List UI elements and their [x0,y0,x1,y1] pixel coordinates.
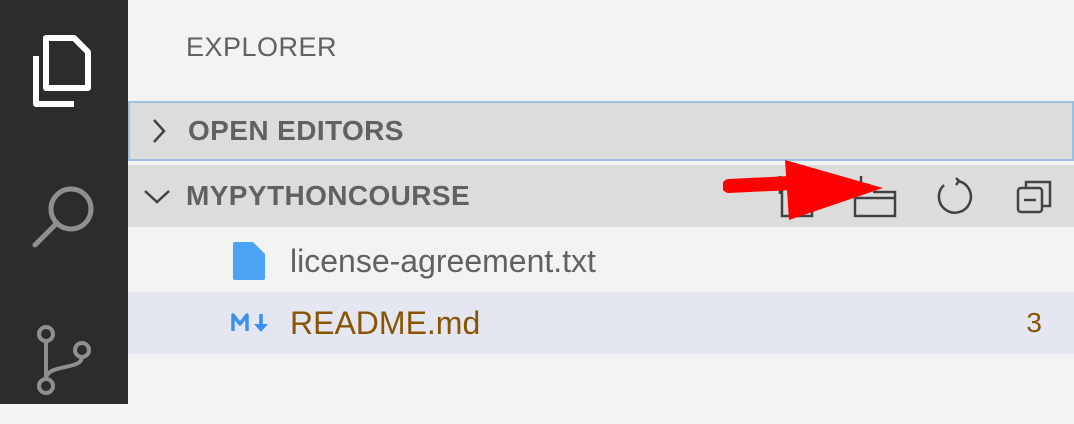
search-button[interactable] [0,152,128,280]
file-item[interactable]: license-agreement.txt [128,230,1074,292]
explorer-button[interactable] [0,6,128,134]
project-label: MYPYTHONCOURSE [186,180,471,211]
source-control-icon [37,325,91,395]
open-editors-label: OPEN EDITORS [188,115,404,146]
project-section-header[interactable]: MYPYTHONCOURSE [128,165,1074,227]
chevron-right-icon [130,117,188,145]
markdown-icon [231,292,271,354]
text-file-icon [231,230,267,292]
chevron-down-icon [128,186,186,206]
search-icon [32,186,94,248]
activity-bar [0,0,128,404]
explorer-sidebar: EXPLORER OPEN EDITORS MYPYTHONCOURSE lic… [128,0,1074,404]
open-editors-section-header[interactable]: OPEN EDITORS [128,101,1074,161]
sidebar-title: EXPLORER [186,32,338,62]
file-item-selected[interactable]: README.md 3 [128,292,1074,354]
files-icon [33,35,91,107]
file-name: README.md [290,304,481,341]
problems-badge: 3 [1026,307,1042,338]
red-arrow-icon [723,160,883,220]
collapse-all-icon [1016,180,1052,214]
file-name: license-agreement.txt [290,242,596,279]
refresh-button[interactable] [914,165,994,227]
refresh-icon [937,177,973,214]
collapse-all-button[interactable] [994,165,1074,227]
source-control-button[interactable] [0,296,128,424]
